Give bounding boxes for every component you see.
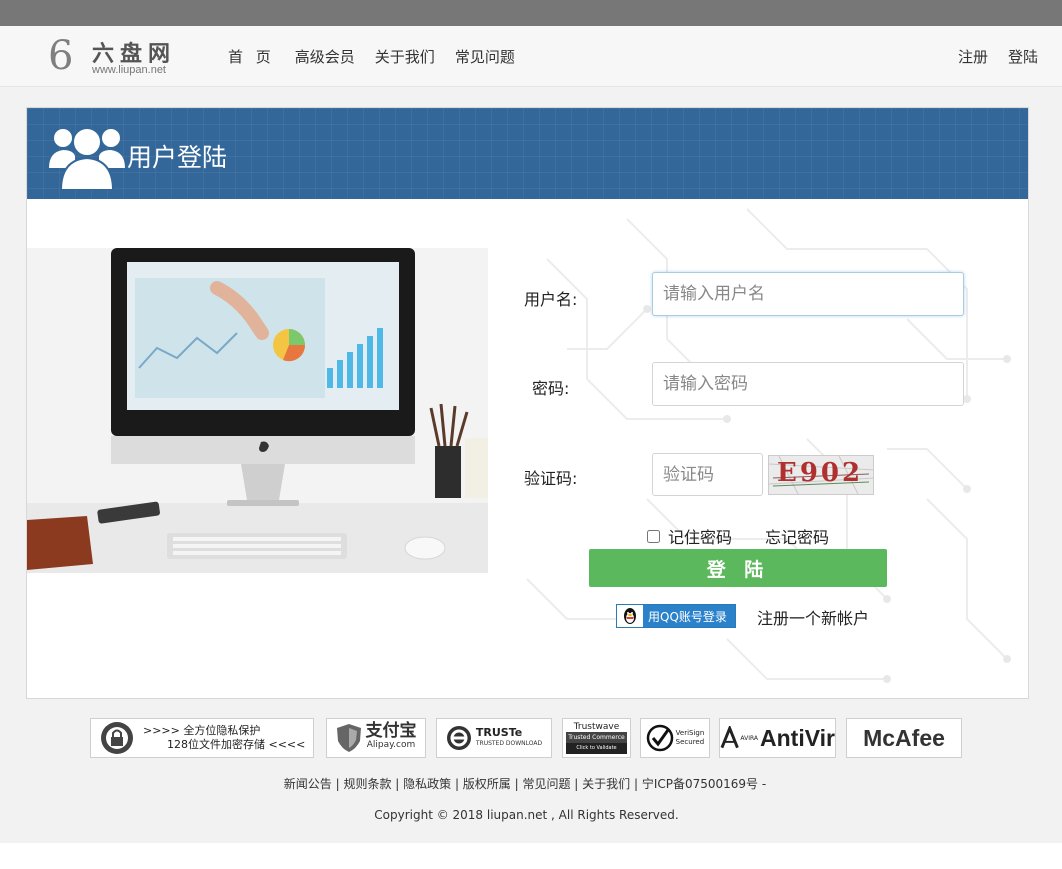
main-nav: 首 页 高级会员 关于我们 常见问题 (222, 26, 535, 86)
login-link[interactable]: 登陆 (1008, 46, 1038, 67)
badge-antivir[interactable]: AVIRA AntiVir (719, 718, 836, 758)
privacy-lock-icon (101, 722, 133, 754)
qq-login-label: 用QQ账号登录 (648, 609, 727, 624)
antivir-prefix: AVIRA (740, 734, 759, 742)
desk-photo (27, 248, 488, 573)
site-logo[interactable]: 6 六盘网 www.liupan.net (48, 34, 188, 80)
remember-checkbox[interactable] (647, 529, 660, 543)
qq-login-button[interactable]: 用QQ账号登录 (616, 604, 736, 628)
badge-trustwave[interactable]: Trustwave Trusted Commerce Click to Vali… (562, 718, 631, 758)
users-icon (49, 127, 125, 190)
trustwave-sub: Trusted Commerce (566, 731, 627, 743)
badge-alipay[interactable]: 支付宝 Alipay.com (326, 718, 426, 758)
logo-url: www.liupan.net (92, 64, 166, 76)
nav-item-about[interactable]: 关于我们 (375, 46, 435, 67)
badge-verisign[interactable]: VeriSign Secured (640, 718, 710, 758)
login-card-header: 用户登陆 (27, 108, 1028, 199)
truste-title: TRUSTe (475, 726, 523, 739)
alipay-title: 支付宝 (365, 721, 417, 741)
nav-item-vip[interactable]: 高级会员 (295, 46, 355, 67)
alipay-shield-icon (336, 724, 361, 752)
username-label: 用户名: (524, 290, 578, 309)
nav-item-home[interactable]: 首 页 (228, 46, 275, 67)
badge-truste[interactable]: TRUSTe TRUSTED DOWNLOAD (436, 718, 552, 758)
imac-desk-image (27, 248, 488, 573)
captcha-text: E902 (777, 458, 864, 488)
login-button[interactable]: 登 陆 (589, 549, 887, 587)
username-input[interactable] (652, 272, 964, 316)
site-header: 6 六盘网 www.liupan.net 首 页 高级会员 关于我们 常见问题 … (0, 26, 1062, 87)
login-card: 用户登陆 用户名: 请输入用户名 密码: 验证码: 验证码 E902 记住密码 … (26, 107, 1029, 699)
mcafee-title: McAfee (863, 724, 945, 751)
antivir-title: AntiVir (760, 724, 835, 751)
footer-links[interactable]: 新闻公告 | 规则条款 | 隐私政策 | 版权所属 | 常见问题 | 关于我们 … (0, 775, 1050, 792)
remember-option[interactable]: 记住密码 (647, 524, 732, 548)
avira-umbrella-icon (720, 726, 739, 749)
qq-icon-graphic (624, 608, 636, 624)
captcha-label: 验证码: (524, 469, 578, 488)
copyright: Copyright © 2018 liupan.net , All Rights… (374, 808, 679, 822)
truste-e-icon (446, 726, 471, 750)
register-link[interactable]: 注册 (958, 46, 988, 67)
captcha-image[interactable]: E902 (768, 455, 874, 495)
auth-links: 注册 登陆 (938, 26, 1038, 86)
nav-item-faq[interactable]: 常见问题 (455, 46, 515, 67)
truste-sub: TRUSTED DOWNLOAD (475, 740, 543, 747)
privacy-line2: 128位文件加密存储 (167, 738, 265, 751)
remember-label: 记住密码 (668, 528, 733, 547)
forgot-password-link[interactable]: 忘记密码 (765, 524, 829, 548)
login-title: 用户登陆 (127, 143, 228, 172)
logo-digit: 6 (48, 33, 74, 79)
password-input[interactable] (652, 362, 964, 406)
verisign-check-icon (646, 724, 673, 752)
privacy-line1: 全方位隐私保护 (183, 724, 261, 737)
qq-penguin-icon (617, 605, 643, 627)
alipay-sub: Alipay.com (366, 740, 416, 750)
password-label: 密码: (532, 379, 570, 398)
top-strip (0, 0, 1062, 26)
trustwave-title: Trustwave (573, 721, 620, 732)
badge-privacy[interactable]: >>>> 全方位隐私保护 128位文件加密存储 <<<< (90, 718, 314, 758)
trustwave-sub2: Click to Validate (566, 742, 627, 754)
captcha-input[interactable] (652, 453, 763, 496)
badge-mcafee[interactable]: McAfee (846, 718, 962, 758)
verisign-sub: Secured (675, 738, 705, 746)
verisign-title: VeriSign (675, 729, 705, 737)
register-new-link[interactable]: 注册一个新帐户 (757, 605, 869, 629)
